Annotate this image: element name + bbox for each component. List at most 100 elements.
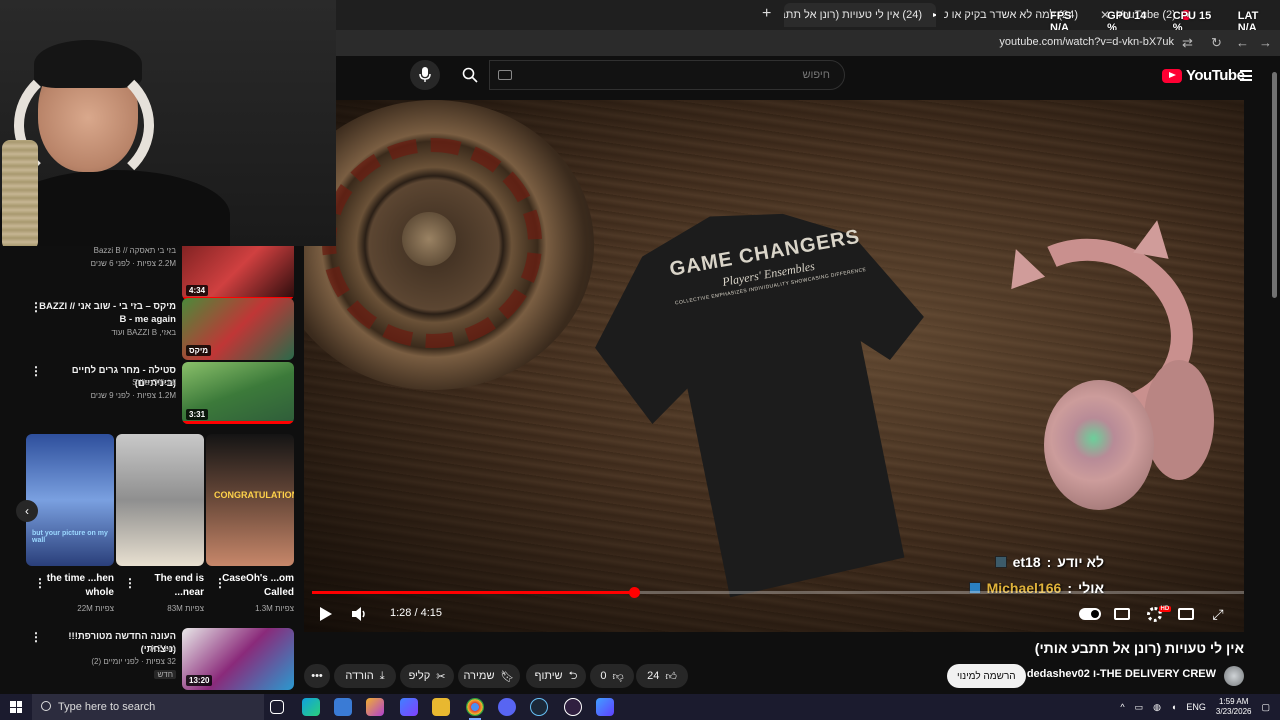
notifications-icon[interactable]: ▢ bbox=[1261, 702, 1270, 713]
youtube-logo[interactable]: YouTube bbox=[1162, 67, 1245, 84]
clock[interactable]: 1:59 AM 3/23/2026 bbox=[1216, 697, 1252, 717]
battery-icon[interactable]: ▭ bbox=[1135, 702, 1144, 713]
microphone-icon bbox=[419, 67, 431, 82]
play-icon bbox=[320, 607, 332, 621]
video-thumbnail[interactable]: מיקס bbox=[182, 298, 294, 360]
video-title: אין לי טעויות (רונן אל תתבע אותי) bbox=[1034, 640, 1244, 656]
progress-scrubber[interactable] bbox=[628, 587, 640, 598]
miniplayer-button[interactable] bbox=[1177, 604, 1195, 624]
bookmark-icon: 🔖︎ bbox=[500, 670, 515, 683]
youtube-header: YouTube bbox=[336, 56, 1280, 100]
voice-search-button[interactable] bbox=[410, 60, 440, 90]
subtitles-icon bbox=[1114, 608, 1130, 620]
download-button[interactable]: הורדה ⤓ bbox=[334, 664, 396, 688]
clip-button[interactable]: קליפ ✂ bbox=[400, 664, 454, 688]
list-item[interactable]: 13:20 ⋮ העונה החדשה מטורפת!!! (ניצחתי) A… bbox=[0, 628, 304, 690]
youtube-logo-icon bbox=[1162, 68, 1182, 83]
keyboard-icon[interactable] bbox=[498, 70, 512, 80]
settings-button[interactable]: HD bbox=[1145, 604, 1172, 624]
windows-start-icon[interactable] bbox=[10, 701, 22, 713]
list-item[interactable]: 3:31 ⋮ סטילה - מחר גרים לחיים (ביניתיים)… bbox=[0, 362, 304, 424]
menu-hamburger-icon[interactable] bbox=[1240, 70, 1252, 81]
steam-icon[interactable] bbox=[530, 698, 548, 716]
task-view-icon[interactable] bbox=[270, 700, 284, 714]
taskbar-search[interactable]: Type here to search bbox=[32, 694, 264, 720]
cat-ear-headphones-image bbox=[964, 211, 1234, 520]
volume-icon[interactable]: ◖ bbox=[1171, 702, 1176, 712]
tab-title: (24) אין לי טעויות (רונן אל תתבע bbox=[784, 9, 922, 21]
progress-bar[interactable] bbox=[312, 587, 1244, 598]
fullscreen-button[interactable]: ⤢ bbox=[1209, 604, 1227, 624]
page-scrollbar[interactable] bbox=[1270, 60, 1278, 694]
network-icon[interactable]: ◍ bbox=[1153, 702, 1161, 713]
gear-icon: HD bbox=[1146, 605, 1172, 622]
volume-icon bbox=[352, 607, 365, 621]
channel-avatar[interactable] bbox=[1224, 666, 1244, 686]
browser-tab-active[interactable]: (24) אין לי טעויות (רונן אל תתבע ✕ bbox=[784, 3, 936, 27]
new-badge: חדש bbox=[154, 670, 176, 679]
scissors-icon: ✂ bbox=[436, 670, 446, 683]
related-videos-sidebar: 4:34 בזי בי תאסקה // Bazzi B 2.2M צפיות … bbox=[0, 246, 304, 692]
thumbs-down-icon: 👎︎ bbox=[612, 670, 624, 683]
app-icon[interactable] bbox=[400, 698, 418, 716]
language-indicator[interactable]: ENG bbox=[1186, 702, 1206, 712]
chevron-left-icon: ‹ bbox=[25, 504, 29, 518]
copilot-icon[interactable] bbox=[366, 698, 384, 716]
discord-icon[interactable] bbox=[498, 698, 516, 716]
reload-icon[interactable]: ↻ bbox=[1211, 35, 1222, 51]
microphone-image bbox=[2, 140, 38, 246]
system-tray: ^ ▭ ◍ ◖ ENG 1:59 AM 3/23/2026 ▢ bbox=[1120, 694, 1270, 720]
channel-name[interactable]: dedashev02 ו-THE DELIVERY CREW bbox=[1027, 668, 1216, 680]
volume-button[interactable] bbox=[350, 604, 370, 624]
toggle-icon bbox=[1079, 608, 1101, 620]
time-display: 1:28 / 4:15 bbox=[390, 607, 442, 619]
subtitles-button[interactable] bbox=[1113, 604, 1131, 624]
subscribe-button[interactable]: הרשמה למינוי bbox=[947, 664, 1026, 688]
share-icon: ⮌ bbox=[568, 669, 578, 682]
like-button[interactable]: 24 👍︎ bbox=[636, 664, 688, 688]
search-box[interactable] bbox=[489, 60, 845, 90]
windows-taskbar: Type here to search ^ ▭ ◍ ◖ ENG 1:59 AM … bbox=[0, 694, 1280, 720]
search-icon bbox=[41, 701, 51, 711]
search-button[interactable] bbox=[454, 60, 486, 90]
site-settings-icon[interactable]: ⇄ bbox=[1182, 35, 1193, 51]
dislike-button[interactable]: 0 👎︎ bbox=[590, 664, 634, 688]
url-text[interactable]: youtube.com/watch?v=d-vkn-bX7uk bbox=[999, 36, 1174, 48]
chevron-up-icon[interactable]: ^ bbox=[1120, 702, 1124, 712]
more-icon: ••• bbox=[311, 670, 323, 682]
list-item[interactable]: 4:34 בזי בי תאסקה // Bazzi B 2.2M צפיות … bbox=[0, 246, 304, 300]
file-explorer-icon[interactable] bbox=[432, 698, 450, 716]
edge-icon[interactable] bbox=[302, 698, 320, 716]
video-thumbnail[interactable]: 4:34 bbox=[182, 246, 294, 300]
search-icon bbox=[462, 67, 478, 83]
shorts-shelf: but your picture on my wall CONGRATULATI… bbox=[0, 434, 304, 614]
obs-icon[interactable] bbox=[564, 698, 582, 716]
store-icon[interactable] bbox=[334, 698, 352, 716]
video-thumbnail[interactable]: 3:31 bbox=[182, 362, 294, 424]
short-thumbnail[interactable] bbox=[116, 434, 204, 566]
search-input[interactable] bbox=[490, 61, 844, 89]
chrome-icon[interactable] bbox=[466, 698, 484, 716]
shorts-prev-button[interactable]: ‹ bbox=[16, 500, 38, 522]
miniplayer-icon bbox=[1178, 608, 1194, 620]
more-actions-button[interactable]: ••• bbox=[304, 664, 330, 688]
download-icon: ⤓ bbox=[379, 669, 385, 682]
chat-avatar-icon bbox=[994, 556, 1007, 568]
back-icon[interactable]: ← bbox=[1236, 35, 1249, 50]
thumbs-up-icon: 👍︎ bbox=[665, 670, 677, 683]
short-thumbnail[interactable]: but your picture on my wall bbox=[26, 434, 114, 566]
forward-icon[interactable]: → bbox=[1259, 35, 1272, 50]
share-button[interactable]: שיתוף ⮌ bbox=[526, 664, 586, 688]
webcam-overlay bbox=[0, 0, 336, 246]
video-thumbnail[interactable]: 13:20 bbox=[182, 628, 294, 690]
save-button[interactable]: שמירה 🔖︎ bbox=[458, 664, 520, 688]
app-icon[interactable] bbox=[596, 698, 614, 716]
short-thumbnail[interactable]: CONGRATULATIONS! bbox=[206, 434, 294, 566]
video-player[interactable]: GAME CHANGERS Players' Ensembles COLLECT… bbox=[304, 100, 1244, 632]
play-button[interactable] bbox=[318, 604, 334, 624]
progress-fill bbox=[312, 591, 634, 594]
fullscreen-icon: ⤢ bbox=[1212, 605, 1224, 622]
list-item[interactable]: מיקס ⋮ מיקס – בזי בי - שוב אני // BAZZI … bbox=[0, 298, 304, 360]
autoplay-toggle[interactable] bbox=[1079, 604, 1101, 624]
new-tab-button[interactable]: + bbox=[762, 5, 771, 23]
